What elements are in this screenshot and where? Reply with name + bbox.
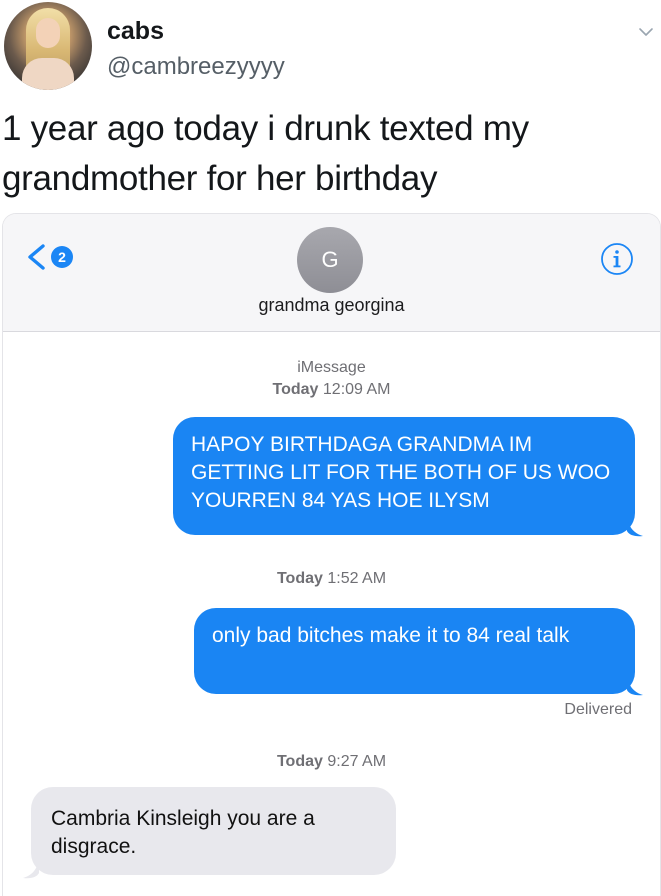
user-avatar[interactable] bbox=[4, 2, 92, 90]
timestamp: Today 1:52 AM bbox=[3, 568, 660, 590]
service-label: iMessage bbox=[297, 359, 366, 376]
timestamp-time: 9:27 AM bbox=[327, 753, 387, 770]
chevron-down-icon[interactable] bbox=[638, 24, 654, 40]
contact-initial: G bbox=[321, 247, 339, 272]
timestamp-day: Today bbox=[276, 753, 323, 770]
message-bubble-outgoing[interactable]: HAPOY BIRTHDAGA GRANDMA IM GETTING LIT F… bbox=[173, 417, 635, 535]
timestamp: Today 12:09 AM bbox=[3, 379, 660, 401]
message-bubble-outgoing[interactable]: only bad bitches make it to 84 real talk bbox=[194, 608, 635, 694]
avatar-face bbox=[36, 18, 60, 48]
message-text: Cambria Kinsleigh you are a disgrace. bbox=[51, 807, 315, 858]
back-chevron-icon bbox=[28, 244, 45, 270]
unread-count-badge: 2 bbox=[51, 246, 73, 268]
contact-avatar[interactable]: G bbox=[297, 227, 363, 293]
bubble-tail bbox=[23, 859, 39, 879]
message-bubble-incoming[interactable]: Cambria Kinsleigh you are a disgrace. bbox=[31, 787, 396, 875]
tweet-card: cabs @cambreezyyyy 1 year ago today i dr… bbox=[0, 0, 661, 896]
tweet-text: 1 year ago today i drunk texted my grand… bbox=[2, 109, 529, 198]
bubble-tail bbox=[627, 676, 643, 696]
timestamp-time: 1:52 AM bbox=[327, 570, 387, 587]
timestamp-time: 12:09 AM bbox=[322, 381, 391, 398]
bubble-tail bbox=[627, 517, 643, 537]
imessage-screenshot: 2 G grandma georgina iMessage Today 12:0… bbox=[2, 213, 661, 896]
display-name[interactable]: cabs bbox=[107, 17, 164, 46]
conversation-header: 2 G grandma georgina bbox=[3, 214, 660, 332]
timestamp: Today 9:27 AM bbox=[3, 751, 660, 773]
back-button[interactable]: 2 bbox=[25, 242, 73, 272]
info-icon[interactable] bbox=[600, 242, 634, 276]
avatar-body bbox=[22, 58, 74, 90]
contact-name[interactable]: grandma georgina bbox=[3, 295, 660, 316]
delivery-status: Delivered bbox=[564, 701, 632, 718]
message-text: only bad bitches make it to 84 real talk bbox=[212, 624, 570, 647]
message-text: HAPOY BIRTHDAGA GRANDMA IM GETTING LIT F… bbox=[191, 433, 611, 512]
user-handle[interactable]: @cambreezyyyy bbox=[107, 53, 285, 81]
timestamp-day: Today bbox=[272, 381, 319, 398]
timestamp-day: Today bbox=[276, 570, 323, 587]
